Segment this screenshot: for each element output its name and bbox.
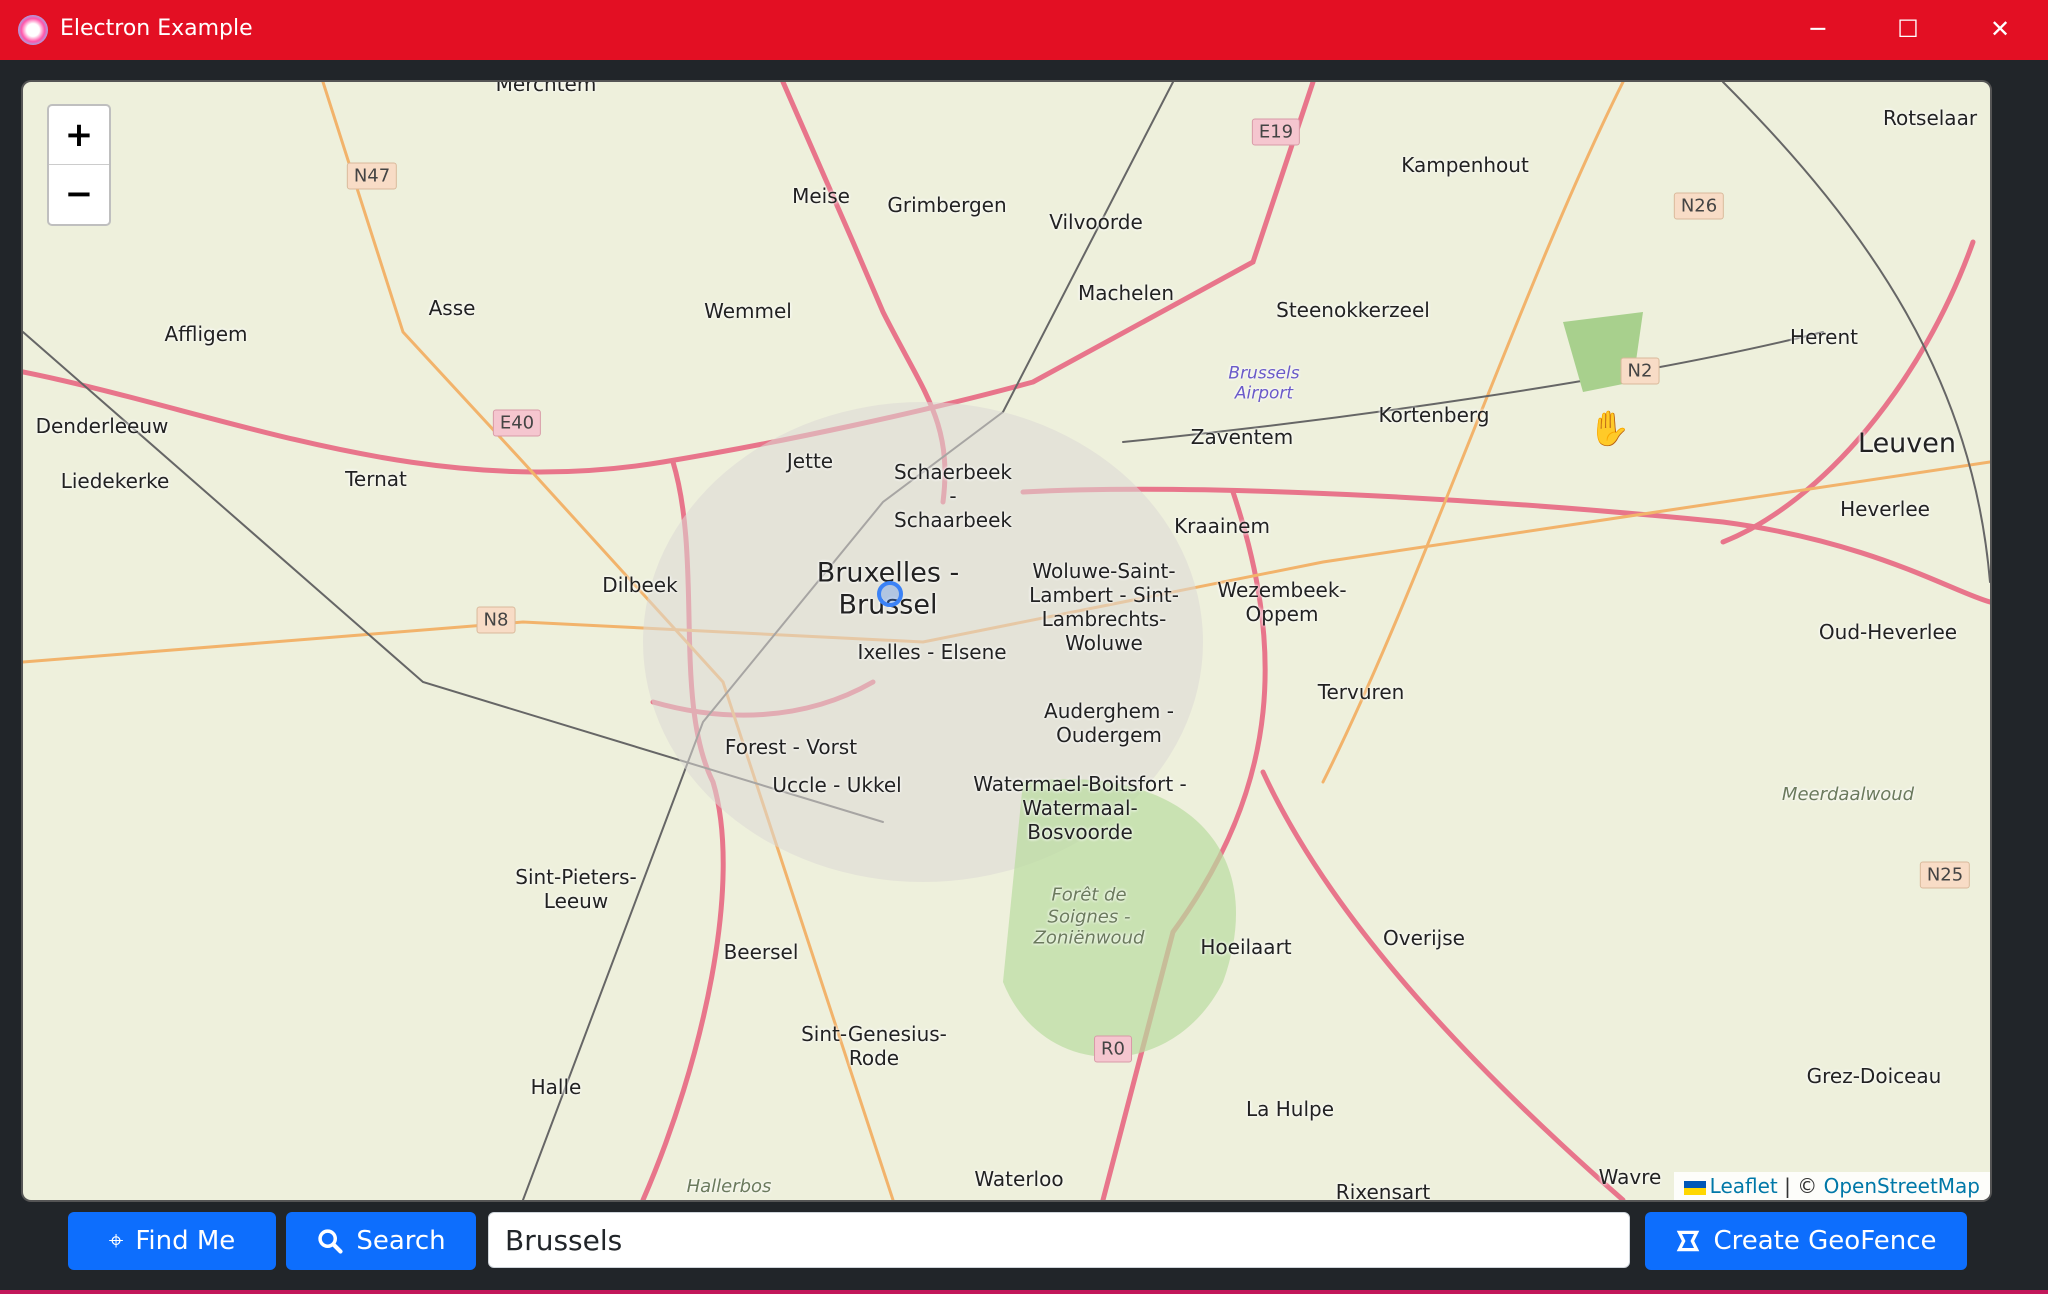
- road: [1321, 82, 1625, 784]
- forest-label: Forêt de Soignes - Zoniënwoud: [1033, 884, 1145, 949]
- place-label: Wavre: [1598, 1165, 1662, 1189]
- place-label: Machelen: [1077, 281, 1175, 305]
- place-label: Dilbeek: [602, 573, 678, 597]
- place-label: Heverlee: [1840, 497, 1930, 521]
- road-shield: N8: [476, 606, 516, 634]
- place-label: Sint-Pieters-Leeuw: [515, 865, 637, 913]
- road-shield: N47: [346, 162, 398, 190]
- place-label: Steenokkerzeel: [1276, 298, 1430, 322]
- place-label: Uccle - Ukkel: [772, 773, 902, 797]
- place-label: Affligem: [164, 322, 248, 346]
- map-attribution: Leaflet | © OpenStreetMap: [1673, 1172, 1990, 1200]
- road-shield: E40: [492, 409, 542, 437]
- place-label: Meise: [792, 184, 850, 208]
- zoom-in-button[interactable]: +: [49, 106, 109, 165]
- openstreetmap-link[interactable]: OpenStreetMap: [1824, 1174, 1980, 1198]
- place-label: Wemmel: [704, 299, 792, 323]
- place-label: Oud-Heverlee: [1818, 620, 1958, 644]
- forest-label: Hallerbos: [686, 1176, 772, 1198]
- place-label: Merchtem: [495, 82, 597, 96]
- ukraine-flag-icon: [1683, 1180, 1706, 1195]
- place-label: Hoeilaart: [1200, 935, 1292, 959]
- airport-label: Brussels Airport: [1228, 363, 1300, 404]
- create-geofence-button[interactable]: Create GeoFence: [1645, 1212, 1967, 1270]
- create-geofence-label: Create GeoFence: [1713, 1226, 1937, 1256]
- window-title: Electron Example: [60, 16, 253, 41]
- place-label: Grimbergen: [887, 193, 1007, 217]
- place-label: Ixelles - Elsene: [857, 640, 1007, 664]
- road-shield: N2: [1620, 357, 1660, 385]
- place-label: La Hulpe: [1245, 1097, 1335, 1121]
- place-label: Beersel: [723, 940, 799, 964]
- forest-label: Meerdaalwoud: [1781, 784, 1915, 806]
- road: [1260, 769, 1626, 1200]
- place-label: Overijse: [1383, 926, 1465, 950]
- place-label: Rixensart: [1335, 1180, 1431, 1200]
- zoom-out-button[interactable]: −: [49, 165, 109, 223]
- place-label: Jette: [786, 449, 834, 473]
- place-label: Liedekerke: [60, 469, 170, 493]
- place-label: Forest - Vorst: [724, 735, 858, 759]
- place-label: Rotselaar: [1882, 106, 1978, 130]
- zoom-control: + −: [47, 104, 111, 226]
- attribution-separator: | ©: [1784, 1174, 1818, 1198]
- title-bar: Electron Example ─ ☐ ✕: [0, 0, 2048, 60]
- place-label: Asse: [428, 296, 476, 320]
- place-label: Woluwe-Saint-Lambert - Sint-Lambrechts-W…: [1029, 559, 1179, 655]
- electron-app-icon: [18, 15, 48, 45]
- road-shield: N25: [1919, 861, 1971, 889]
- geofence-icon: [1677, 1230, 1700, 1252]
- place-label: Waterloo: [974, 1167, 1064, 1191]
- place-label: Watermael-Boitsfort - Watermaal-Bosvoord…: [973, 772, 1187, 844]
- place-label: Kampenhout: [1401, 153, 1529, 177]
- place-label: Tervuren: [1317, 680, 1405, 704]
- crosshair-icon: ⌖: [108, 1225, 124, 1256]
- place-label: Kortenberg: [1378, 403, 1490, 427]
- place-label: Halle: [530, 1075, 582, 1099]
- place-label: Schaerbeek - Schaarbeek: [893, 460, 1013, 532]
- place-label: Denderleeuw: [35, 414, 169, 438]
- place-label: Wezembeek-Oppem: [1217, 578, 1347, 626]
- place-label: Grez-Doiceau: [1806, 1064, 1942, 1088]
- find-me-button[interactable]: ⌖ Find Me: [68, 1212, 276, 1270]
- hand-cursor-icon: ✋: [1588, 409, 1631, 449]
- minimize-button[interactable]: ─: [1798, 12, 1838, 46]
- location-marker[interactable]: [877, 581, 903, 607]
- place-label: Kraainem: [1174, 514, 1270, 538]
- window-border: [0, 1290, 2048, 1294]
- place-label: Zaventem: [1190, 425, 1294, 449]
- search-icon: [318, 1229, 343, 1254]
- place-label: Herent: [1790, 325, 1858, 349]
- maximize-button[interactable]: ☐: [1888, 12, 1928, 46]
- place-label: Sint-Genesius-Rode: [801, 1022, 947, 1070]
- place-label: Vilvoorde: [1049, 210, 1143, 234]
- find-me-label: Find Me: [135, 1226, 236, 1256]
- road: [23, 82, 1316, 475]
- map-view[interactable]: Merchtem Meise Grimbergen Vilvoorde Kamp…: [23, 82, 1990, 1200]
- road-shield: R0: [1094, 1035, 1132, 1063]
- search-label: Search: [356, 1226, 446, 1256]
- place-label: Leuven: [1858, 427, 1956, 459]
- search-input[interactable]: [488, 1212, 1630, 1268]
- place-label: Ternat: [345, 467, 407, 491]
- place-label: Auderghem - Oudergem: [1044, 699, 1174, 747]
- road-shield: N26: [1673, 192, 1725, 220]
- leaflet-link[interactable]: Leaflet: [1710, 1174, 1778, 1198]
- close-button[interactable]: ✕: [1980, 12, 2020, 46]
- road-shield: E19: [1251, 118, 1301, 146]
- search-button[interactable]: Search: [286, 1212, 476, 1270]
